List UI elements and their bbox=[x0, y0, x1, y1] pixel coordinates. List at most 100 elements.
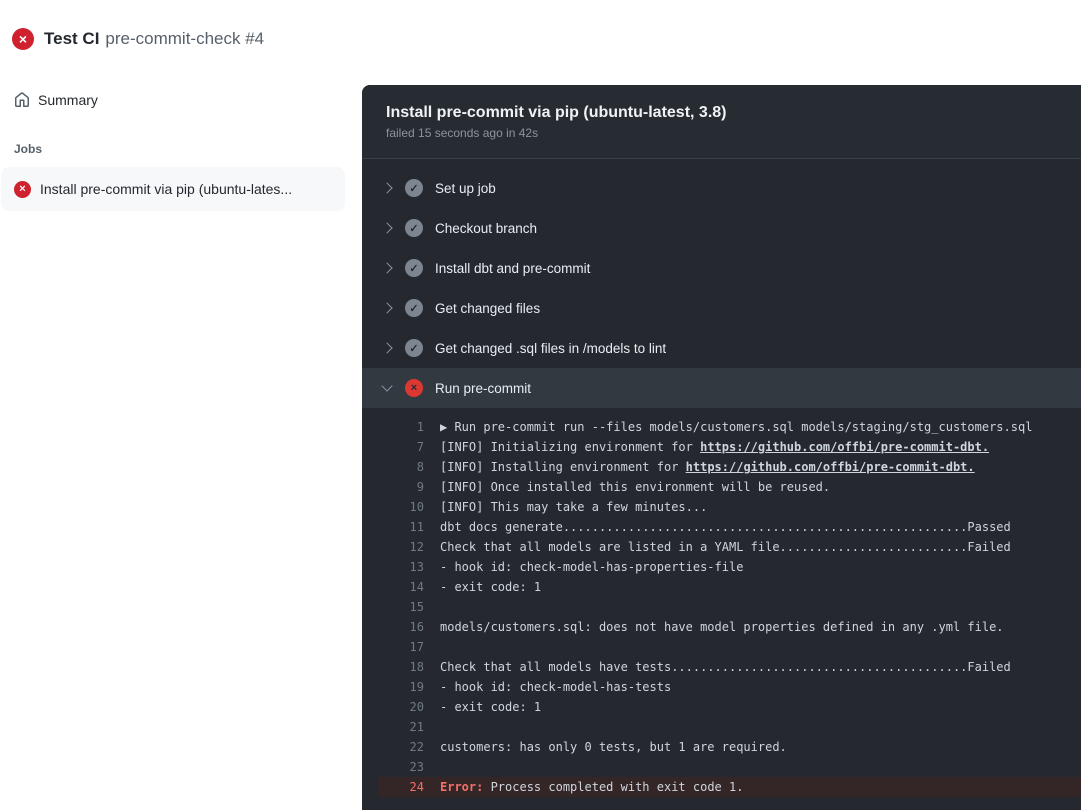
job-status-line: failed 15 seconds ago in 42s bbox=[386, 126, 1057, 140]
step-row[interactable]: ✓ Get changed files bbox=[362, 288, 1081, 328]
log-text-segment: models/customers.sql: does not have mode… bbox=[440, 620, 1004, 634]
sidebar-item-summary[interactable]: Summary bbox=[14, 92, 362, 108]
log-text-segment: - exit code: 1 bbox=[440, 580, 541, 594]
run-title: Test CI pre-commit-check #4 bbox=[44, 29, 264, 49]
run-header: × Test CI pre-commit-check #4 bbox=[0, 0, 1081, 78]
sidebar: Summary Jobs × Install pre-commit via pi… bbox=[0, 78, 362, 810]
error-label: Error: bbox=[440, 780, 491, 794]
step-success-icon: ✓ bbox=[405, 299, 423, 317]
step-row[interactable]: ✓Checkout branch bbox=[362, 208, 1081, 248]
log-line-number[interactable]: 22 bbox=[378, 737, 424, 757]
step-row[interactable]: × Run pre-commit bbox=[362, 368, 1081, 408]
step-success-icon: ✓ bbox=[405, 339, 423, 357]
log-link[interactable]: https://github.com/offbi/pre-commit-dbt. bbox=[700, 440, 989, 454]
chevron-right-icon bbox=[380, 221, 394, 235]
step-label: Get changed files bbox=[435, 301, 540, 316]
step-label: Get changed .sql files in /models to lin… bbox=[435, 341, 666, 356]
log-line-number[interactable]: 8 bbox=[378, 457, 424, 477]
log-line-number[interactable]: 18 bbox=[378, 657, 424, 677]
log-text-segment: [INFO] Once installed this environment w… bbox=[440, 480, 830, 494]
log-line: 20 - exit code: 1 bbox=[378, 697, 1081, 717]
log-line-text: customers: has only 0 tests, but 1 are r… bbox=[440, 737, 787, 757]
log-line-number[interactable]: 12 bbox=[378, 537, 424, 557]
log-line-text: - exit code: 1 bbox=[440, 697, 541, 717]
log-text-segment: [INFO] Initializing environment for bbox=[440, 440, 700, 454]
log-line-text: dbt docs generate.......................… bbox=[440, 517, 1011, 537]
step-row[interactable]: ✓ Get changed .sql files in /models to li… bbox=[362, 328, 1081, 368]
log-line: 7 [INFO] Initializing environment for htt… bbox=[378, 437, 1081, 457]
log-text-segment: customers: has only 0 tests, but 1 are r… bbox=[440, 740, 787, 754]
step-row[interactable]: ✓ Install dbt and pre-commit bbox=[362, 248, 1081, 288]
expand-toggle-icon[interactable]: ▶ bbox=[440, 420, 454, 434]
log-line-text: Error: Process completed with exit code … bbox=[440, 777, 743, 797]
log-line: 15 bbox=[378, 597, 1081, 617]
step-failed-icon: × bbox=[405, 379, 423, 397]
log-line: 9 [INFO] Once installed this environment … bbox=[378, 477, 1081, 497]
log-text-segment: - hook id: check-model-has-tests bbox=[440, 680, 671, 694]
steps-list: ✓Set up job✓Checkout branch✓Install dbt … bbox=[362, 159, 1081, 408]
log-line-number[interactable]: 24 bbox=[378, 777, 424, 797]
log-line: 16 models/customers.sql: does not have mo… bbox=[378, 617, 1081, 637]
log-text-segment: Check that all models have tests........… bbox=[440, 660, 1011, 674]
log-text-segment: Check that all models are listed in a YA… bbox=[440, 540, 1011, 554]
log-line-text: [INFO] Initializing environment for http… bbox=[440, 437, 989, 457]
log-text-segment: [INFO] Installing environment for bbox=[440, 460, 686, 474]
workflow-name: Test CI bbox=[44, 29, 99, 49]
chevron-right-icon bbox=[380, 341, 394, 355]
log-line-text: [INFO] This may take a few minutes... bbox=[440, 497, 707, 517]
jobs-section-label: Jobs bbox=[14, 142, 362, 156]
log-line-text: Check that all models are listed in a YA… bbox=[440, 537, 1011, 557]
chevron-right-icon bbox=[380, 301, 394, 315]
job-log-panel: Install pre-commit via pip (ubuntu-lates… bbox=[362, 85, 1081, 810]
chevron-down-icon bbox=[380, 381, 394, 395]
log-line: 18 Check that all models have tests......… bbox=[378, 657, 1081, 677]
step-label: Install dbt and pre-commit bbox=[435, 261, 590, 276]
log-line-text: [INFO] Once installed this environment w… bbox=[440, 477, 830, 497]
run-failed-icon: × bbox=[12, 28, 34, 50]
log-line-text: - hook id: check-model-has-properties-fi… bbox=[440, 557, 743, 577]
step-label: Run pre-commit bbox=[435, 381, 531, 396]
log-line-text: Check that all models have tests........… bbox=[440, 657, 1011, 677]
step-success-icon: ✓ bbox=[405, 219, 423, 237]
log-line-number[interactable]: 9 bbox=[378, 477, 424, 497]
log-line-number[interactable]: 16 bbox=[378, 617, 424, 637]
log-line-number[interactable]: 21 bbox=[378, 717, 424, 737]
log-link[interactable]: https://github.com/offbi/pre-commit-dbt. bbox=[686, 460, 975, 474]
log-line-number[interactable]: 13 bbox=[378, 557, 424, 577]
log-line: 22 customers: has only 0 tests, but 1 are… bbox=[378, 737, 1081, 757]
log-line: 23 bbox=[378, 757, 1081, 777]
log-line-text: models/customers.sql: does not have mode… bbox=[440, 617, 1004, 637]
run-name: pre-commit-check #4 bbox=[105, 29, 264, 49]
log-line-number[interactable]: 11 bbox=[378, 517, 424, 537]
log-line-number[interactable]: 20 bbox=[378, 697, 424, 717]
log-line-number[interactable]: 19 bbox=[378, 677, 424, 697]
home-icon bbox=[14, 92, 30, 108]
log-line: 10 [INFO] This may take a few minutes... bbox=[378, 497, 1081, 517]
log-text-segment: dbt docs generate.......................… bbox=[440, 520, 1011, 534]
chevron-right-icon bbox=[380, 181, 394, 195]
chevron-right-icon bbox=[380, 261, 394, 275]
log-line-number[interactable]: 17 bbox=[378, 637, 424, 657]
job-failed-icon: × bbox=[14, 181, 31, 198]
step-label: Set up job bbox=[435, 181, 496, 196]
step-row[interactable]: ✓Set up job bbox=[362, 168, 1081, 208]
log-text-segment: [INFO] This may take a few minutes... bbox=[440, 500, 707, 514]
step-success-icon: ✓ bbox=[405, 259, 423, 277]
log-line-number[interactable]: 14 bbox=[378, 577, 424, 597]
log-line-number[interactable]: 10 bbox=[378, 497, 424, 517]
log-line: 17 bbox=[378, 637, 1081, 657]
log-text-segment: Run pre-commit run --files models/custom… bbox=[454, 420, 1032, 434]
log-line-text: ▶ Run pre-commit run --files models/cust… bbox=[440, 417, 1032, 437]
log-line: 8 [INFO] Installing environment for https… bbox=[378, 457, 1081, 477]
log-line: 21 bbox=[378, 717, 1081, 737]
sidebar-job-item-install-pre-commit[interactable]: × Install pre-commit via pip (ubuntu-lat… bbox=[1, 167, 345, 211]
job-panel-header: Install pre-commit via pip (ubuntu-lates… bbox=[362, 85, 1081, 159]
log-line-number[interactable]: 23 bbox=[378, 757, 424, 777]
log-line-number[interactable]: 1 bbox=[378, 417, 424, 437]
log-line-text: [INFO] Installing environment for https:… bbox=[440, 457, 975, 477]
log-line: 11 dbt docs generate.....................… bbox=[378, 517, 1081, 537]
log-line: 19 - hook id: check-model-has-tests bbox=[378, 677, 1081, 697]
log-line-number[interactable]: 7 bbox=[378, 437, 424, 457]
log-line-number[interactable]: 15 bbox=[378, 597, 424, 617]
log-line-text: - hook id: check-model-has-tests bbox=[440, 677, 671, 697]
